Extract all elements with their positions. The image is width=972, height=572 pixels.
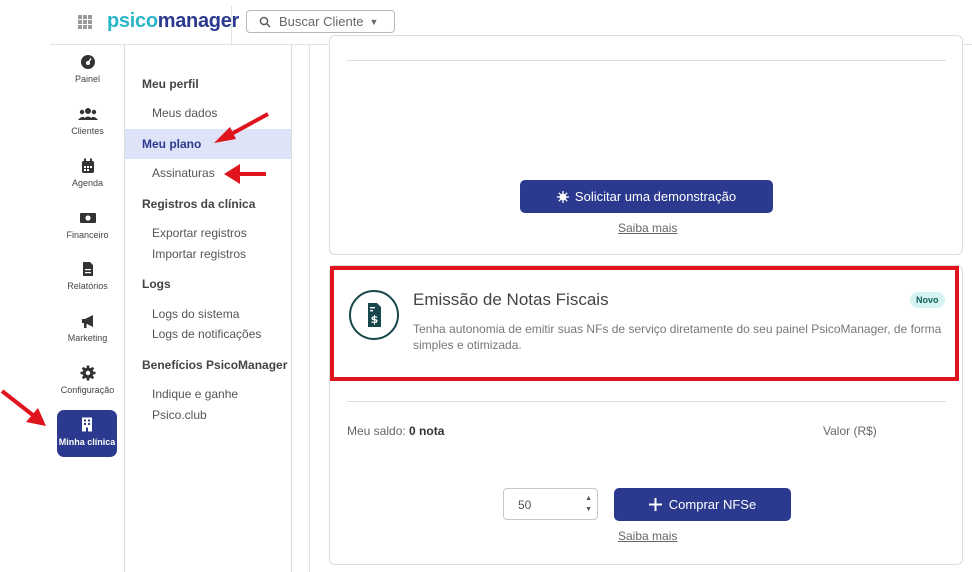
submenu-link-importar[interactable]: Importar registros (152, 247, 246, 261)
submenu-link-assinaturas[interactable]: Assinaturas (152, 166, 215, 180)
gear-icon (80, 365, 95, 381)
submenu-heading-beneficios: Benefícios PsicoManager (142, 358, 288, 372)
search-label: Buscar Cliente (279, 14, 364, 29)
dashboard-icon (80, 55, 95, 69)
megaphone-icon (81, 315, 93, 328)
logo[interactable]: psicomanager (107, 10, 239, 33)
submenu-link-exportar[interactable]: Exportar registros (152, 226, 247, 240)
file-icon (82, 262, 93, 276)
annotation-arrow-icon (0, 389, 46, 426)
sidebar-item-painel[interactable]: Painel (50, 54, 125, 84)
submenu-item-label: Meu plano (142, 137, 202, 151)
logo-part-psico: psico (107, 10, 158, 32)
balance-text: Meu saldo: 0 nota (347, 424, 444, 438)
invoice-dollar-icon: $ (349, 290, 399, 340)
sidebar-item-agenda[interactable]: Agenda (50, 158, 125, 188)
nf-feature-banner: $ Emissão de Notas Fiscais Novo Tenha au… (330, 266, 959, 381)
search-client-button[interactable]: Buscar Cliente ▼ (246, 10, 395, 33)
request-demo-label: Solicitar uma demonstração (574, 189, 737, 204)
sidebar-item-label: Relatórios (67, 281, 108, 291)
sparkle-icon (556, 190, 569, 203)
request-demo-button[interactable]: Solicitar uma demonstração (520, 180, 773, 213)
balance-label: Meu saldo: (347, 424, 406, 438)
submenu-link-logs-notificacoes[interactable]: Logs de notificações (152, 327, 261, 341)
price-label: Valor (R$) (823, 424, 877, 438)
stepper-arrows-icon[interactable]: ▲ ▼ (585, 493, 592, 515)
users-icon (77, 108, 98, 120)
quantity-stepper[interactable]: 50 ▲ ▼ (503, 488, 598, 520)
plus-icon (648, 498, 662, 511)
demo-card: Solicitar uma demonstração Saiba mais (329, 35, 963, 255)
submenu-link-indique[interactable]: Indique e ganhe (152, 387, 238, 401)
nf-description: Tenha autonomia de emitir suas NFs de se… (413, 322, 942, 352)
saiba-mais-link[interactable]: Saiba mais (618, 529, 677, 543)
divider (347, 401, 946, 402)
quantity-value: 50 (518, 498, 532, 512)
buy-nfse-button[interactable]: Comprar NFSe (614, 488, 791, 521)
sidebar-item-minha-clinica[interactable]: Minha clínica (57, 410, 117, 457)
submenu-heading-registros: Registros da clínica (142, 197, 256, 211)
sidebar-item-label: Marketing (67, 333, 108, 343)
buy-nfse-label: Comprar NFSe (668, 497, 757, 512)
submenu-link-meus-dados[interactable]: Meus dados (152, 106, 217, 120)
sidebar-item-label: Minha clínica (58, 437, 116, 447)
divider (347, 60, 946, 61)
sidebar-item-configuracao[interactable]: Configuração (50, 365, 125, 395)
search-icon (259, 16, 271, 27)
sidebar-item-label: Painel (74, 74, 101, 84)
calendar-icon (81, 158, 94, 173)
sidebar-item-financeiro[interactable]: Financeiro (50, 210, 125, 240)
submenu-link-logs-sistema[interactable]: Logs do sistema (152, 307, 239, 321)
apps-grid-icon[interactable] (78, 15, 92, 29)
annotation-arrow-icon (224, 164, 266, 184)
sidebar-item-label: Clientes (71, 126, 104, 136)
submenu-link-psicoclub[interactable]: Psico.club (152, 408, 207, 422)
sidebar-item-clientes[interactable]: Clientes (50, 106, 125, 136)
logo-part-manager: manager (157, 10, 240, 32)
sidebar-item-label: Configuração (60, 385, 115, 395)
sidebar-item-relatorios[interactable]: Relatórios (50, 261, 125, 291)
submenu-heading-logs: Logs (142, 277, 171, 291)
annotation-arrow-icon (214, 112, 269, 143)
svg-text:$: $ (371, 313, 379, 326)
submenu-heading-meu-perfil: Meu perfil (142, 77, 199, 91)
caret-down-icon: ▼ (369, 16, 379, 27)
saiba-mais-link[interactable]: Saiba mais (618, 221, 677, 235)
nf-title: Emissão de Notas Fiscais (413, 290, 609, 309)
balance-value: 0 nota (409, 424, 445, 438)
divider (231, 6, 232, 44)
sidebar-item-label: Financeiro (66, 230, 109, 240)
main-sidebar: Painel Clientes Agenda Financeiro Relató… (50, 45, 125, 572)
new-badge: Novo (910, 292, 945, 308)
divider (309, 45, 310, 572)
money-icon (79, 213, 96, 223)
sidebar-item-label: Agenda (71, 178, 104, 188)
building-icon (82, 417, 92, 432)
sidebar-item-marketing[interactable]: Marketing (50, 313, 125, 343)
